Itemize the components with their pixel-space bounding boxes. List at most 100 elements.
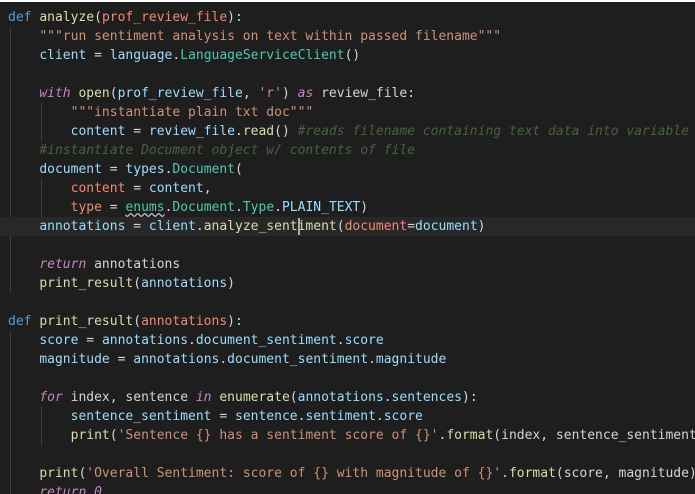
code-token: (score, magnitude)) xyxy=(555,466,695,481)
code-token: sentences xyxy=(391,390,462,405)
code-token: language xyxy=(109,48,173,63)
code-token: = xyxy=(78,333,102,348)
code-token: def xyxy=(8,10,32,25)
code-token: 'r' xyxy=(258,86,282,101)
code-line[interactable]: with open(prof_review_file, 'r') as revi… xyxy=(8,84,415,103)
code-line[interactable]: content = content, xyxy=(8,179,212,198)
code-token: #reads filename containing text data int… xyxy=(297,124,689,139)
code-line[interactable]: print('Sentence {} has a sentiment score… xyxy=(8,426,695,445)
code-token: () xyxy=(344,48,361,63)
code-token: enumerate xyxy=(219,390,290,405)
code-line[interactable]: score = annotations.document_sentiment.s… xyxy=(8,331,384,350)
code-token: prof_review_file xyxy=(117,86,243,101)
code-token: score xyxy=(383,409,423,424)
code-line[interactable]: sentence_sentiment = sentence.sentiment.… xyxy=(8,407,423,426)
code-token: annotations xyxy=(297,390,384,405)
code-token: . xyxy=(235,200,243,215)
code-line[interactable]: print_result(annotations) xyxy=(8,274,235,293)
code-line[interactable]: def analyze(prof_review_file): xyxy=(8,8,243,27)
code-token: ( xyxy=(109,428,118,443)
code-token: document_sentiment xyxy=(195,333,337,348)
code-token: = xyxy=(125,181,149,196)
code-token: . xyxy=(188,333,196,348)
code-token: client xyxy=(148,219,196,234)
code-token: as xyxy=(297,86,314,101)
code-token: PLAIN_TEXT xyxy=(281,200,361,215)
code-token: , xyxy=(203,181,212,196)
code-token: annotations xyxy=(86,257,181,272)
code-token: analyze_sentiment xyxy=(203,219,337,234)
code-line[interactable]: print('Overall Sentiment: score of {} wi… xyxy=(8,464,695,483)
code-token: ( xyxy=(94,10,102,25)
code-line[interactable]: client = language.LanguageServiceClient(… xyxy=(8,46,360,65)
code-line[interactable]: magnitude = annotations.document_sentime… xyxy=(8,350,446,369)
code-line[interactable]: content = review_file.read() #reads file… xyxy=(8,122,689,141)
code-token: = xyxy=(125,219,149,234)
code-editor[interactable]: def analyze(prof_review_file): """run se… xyxy=(0,0,695,494)
code-token: print xyxy=(39,466,79,481)
code-token: sentiment xyxy=(305,409,376,424)
code-token: return xyxy=(39,257,87,272)
code-line[interactable]: """instantiate plain txt doc""" xyxy=(8,103,314,122)
code-token: content xyxy=(70,124,126,139)
code-token: read xyxy=(242,124,275,139)
code-token: prof_review_file xyxy=(101,10,228,25)
code-line[interactable]: document = types.Document( xyxy=(8,160,243,179)
code-token: """run sentiment analysis on text within… xyxy=(39,29,502,44)
code-token: annotations xyxy=(133,352,220,367)
code-token: enums xyxy=(125,200,165,215)
code-line[interactable]: type = enums.Document.Type.PLAIN_TEXT) xyxy=(8,198,368,217)
code-token: document_sentiment xyxy=(227,352,369,367)
code-token: ( xyxy=(133,276,142,291)
code-token: ( xyxy=(336,219,345,234)
code-token: index, sentence xyxy=(62,390,196,405)
code-token: score xyxy=(39,333,79,348)
code-token: client xyxy=(39,48,87,63)
code-line[interactable]: #instantiate Document object w/ contents… xyxy=(8,141,415,160)
code-token: . xyxy=(195,219,204,234)
code-token: . xyxy=(274,200,282,215)
code-token: review_file: xyxy=(313,86,416,101)
code-token: document xyxy=(39,162,102,177)
code-token: . xyxy=(383,390,392,405)
code-token: content xyxy=(148,181,204,196)
code-line[interactable]: """run sentiment analysis on text within… xyxy=(8,27,501,46)
code-token: . xyxy=(375,409,384,424)
code-line[interactable]: def print_result(annotations): xyxy=(8,312,243,331)
code-line[interactable]: for index, sentence in enumerate(annotat… xyxy=(8,388,477,407)
code-token: for xyxy=(39,390,63,405)
code-token: . xyxy=(368,352,376,367)
code-token: #instantiate Document object w/ contents… xyxy=(39,143,415,158)
code-token: format xyxy=(446,428,494,443)
code-token: print_result xyxy=(39,314,134,329)
text-cursor xyxy=(297,218,300,235)
code-token: LanguageServiceClient xyxy=(180,48,345,63)
code-line[interactable]: return annotations xyxy=(8,255,180,274)
code-token: . xyxy=(235,124,243,139)
code-token: review_file xyxy=(148,124,235,139)
code-token: 'Overall Sentiment: score of {} with mag… xyxy=(86,466,502,481)
code-token: = xyxy=(407,219,416,234)
code-token: annotations xyxy=(141,276,228,291)
code-token: . xyxy=(336,333,345,348)
code-token: print xyxy=(70,428,110,443)
code-token: score xyxy=(344,333,384,348)
code-line[interactable]: annotations = client.analyze_sentiment(d… xyxy=(8,217,485,236)
code-token: in xyxy=(195,390,212,405)
code-token: format xyxy=(508,466,556,481)
code-line[interactable]: return 0 xyxy=(8,483,102,494)
code-token: ( xyxy=(235,162,243,177)
code-token: annotations xyxy=(101,333,189,348)
